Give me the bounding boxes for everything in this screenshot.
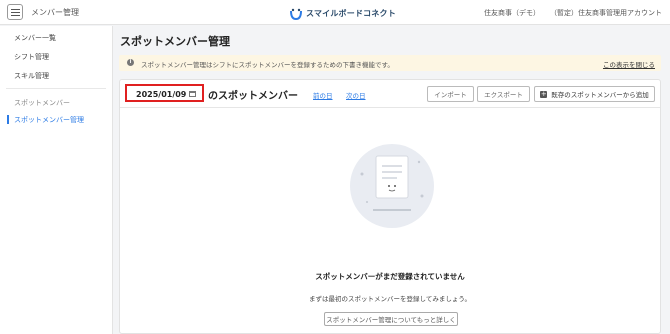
top-header: メンバー管理 スマイルボードコネクト 住友商事（デモ） （暫定）住友商事管理用ア… bbox=[0, 0, 670, 25]
active-indicator bbox=[7, 115, 9, 124]
date-value: 2025/01/09 bbox=[136, 90, 187, 99]
spot-member-card: 2025/01/09 のスポットメンバー 前の日 次の日 インポート エクスポー… bbox=[119, 79, 661, 334]
export-button[interactable]: エクスポート bbox=[477, 86, 530, 102]
sidebar-item-member-list[interactable]: メンバー一覧 bbox=[14, 33, 56, 43]
hamburger-menu-icon[interactable] bbox=[7, 4, 23, 20]
brand-logo[interactable]: スマイルボードコネクト bbox=[289, 4, 396, 22]
sidebar-group-spot-member: スポットメンバー bbox=[14, 99, 70, 107]
empty-state-subtitle: まずは最初のスポットメンバーを登録してみましょう。 bbox=[309, 295, 471, 303]
calendar-icon bbox=[189, 91, 196, 97]
account-name[interactable]: （暫定）住友商事管理用アカウント bbox=[550, 8, 662, 18]
previous-day-link[interactable]: 前の日 bbox=[313, 90, 333, 100]
date-suffix-label: のスポットメンバー bbox=[208, 91, 298, 102]
company-name[interactable]: 住友商事（デモ） bbox=[484, 8, 540, 18]
sidebar-item-skill-management[interactable]: スキル管理 bbox=[14, 71, 49, 81]
date-picker[interactable]: 2025/01/09 bbox=[125, 84, 204, 102]
info-icon: i bbox=[127, 59, 134, 66]
empty-state-title: スポットメンバーがまだ登録されていません bbox=[315, 272, 465, 281]
page-title: スポットメンバー管理 bbox=[120, 35, 230, 48]
logo-mark-icon bbox=[289, 6, 303, 21]
sidebar: メンバー一覧 シフト管理 スキル管理 スポットメンバー スポットメンバー管理 bbox=[0, 26, 113, 334]
add-button-label: 既存のスポットメンバーから追加 bbox=[551, 91, 649, 99]
card-divider bbox=[120, 107, 660, 108]
sidebar-divider bbox=[6, 88, 106, 89]
app-title: メンバー管理 bbox=[31, 8, 79, 17]
info-notice: i スポットメンバー管理はシフトにスポットメンバーを登録するための下書き機能です… bbox=[119, 55, 661, 71]
close-notice-link[interactable]: この表示を閉じる bbox=[603, 59, 655, 69]
import-button[interactable]: インポート bbox=[427, 86, 474, 102]
notice-text: スポットメンバー管理はシフトにスポットメンバーを登録するための下書き機能です。 bbox=[141, 61, 394, 69]
sidebar-item-spot-member-management[interactable]: スポットメンバー管理 bbox=[14, 115, 84, 125]
learn-more-button[interactable]: スポットメンバー管理についてもっと詳しく bbox=[324, 312, 458, 326]
plus-icon: + bbox=[540, 89, 548, 98]
empty-document-illustration-icon bbox=[349, 144, 435, 234]
account-info: 住友商事（デモ） （暫定）住友商事管理用アカウント bbox=[484, 8, 662, 18]
add-existing-spot-member-button[interactable]: + 既存のスポットメンバーから追加 bbox=[534, 86, 655, 102]
next-day-link[interactable]: 次の日 bbox=[346, 90, 366, 100]
logo-text: スマイルボードコネクト bbox=[306, 8, 396, 18]
sidebar-item-shift-management[interactable]: シフト管理 bbox=[14, 52, 49, 62]
